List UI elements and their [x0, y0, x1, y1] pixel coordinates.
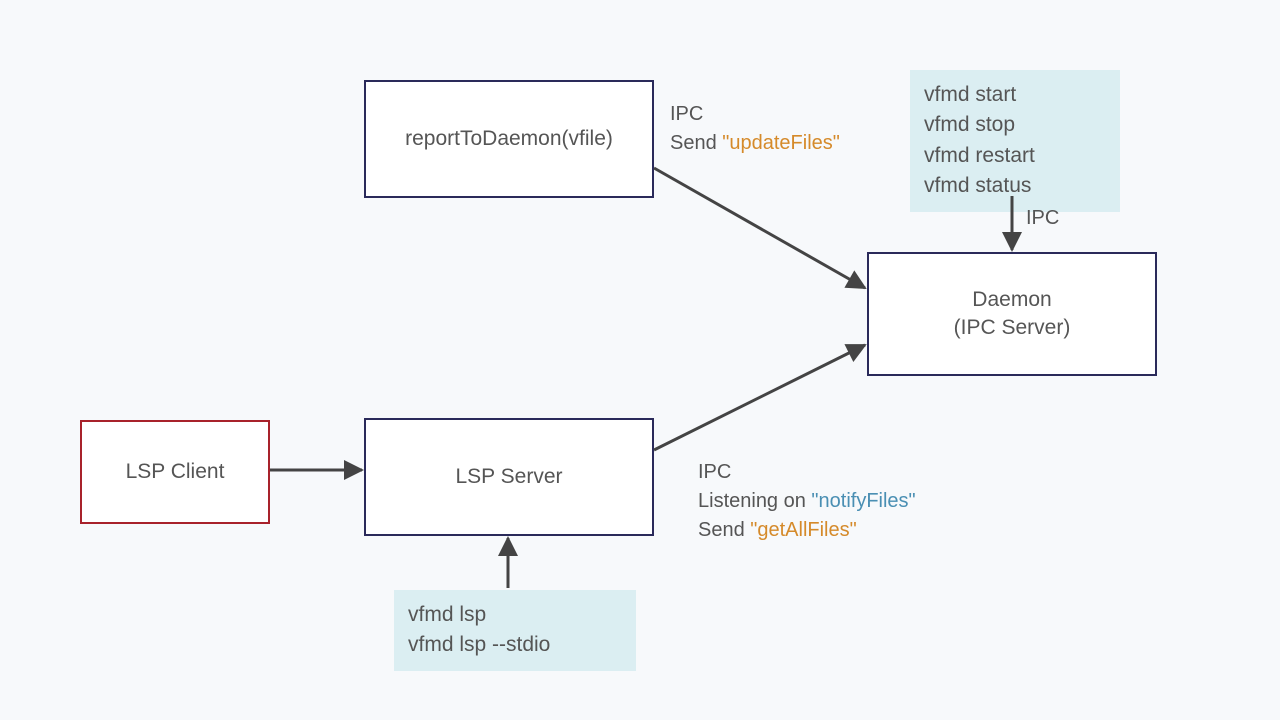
note-lsp-l1: vfmd lsp [408, 603, 486, 626]
box-report-to-daemon-label: reportToDaemon(vfile) [405, 125, 613, 153]
label-ipc-right: IPC [1026, 204, 1059, 233]
label-ipc-top-l1: IPC [670, 103, 703, 125]
label-ipc-bottom: IPC Listening on "notifyFiles" Send "get… [698, 458, 916, 545]
box-daemon-line1: Daemon [972, 288, 1051, 311]
note-lsp-commands: vfmd lsp vfmd lsp --stdio [394, 590, 636, 671]
label-ipc-top-l2b: "updateFiles" [722, 132, 840, 154]
note-vfmd-l2: vfmd stop [924, 113, 1015, 136]
label-ipc-top: IPC Send "updateFiles" [670, 100, 840, 158]
arrow-lspserver-to-daemon [654, 345, 865, 450]
box-daemon-line2: (IPC Server) [954, 316, 1071, 339]
box-daemon: Daemon (IPC Server) [867, 252, 1157, 376]
label-ipc-bottom-l2b: "notifyFiles" [811, 490, 915, 512]
box-lsp-server-label: LSP Server [456, 463, 563, 491]
label-ipc-bottom-l1: IPC [698, 461, 731, 483]
box-lsp-server: LSP Server [364, 418, 654, 536]
note-lsp-l2: vfmd lsp --stdio [408, 633, 550, 656]
label-ipc-top-l2a: Send [670, 132, 722, 154]
note-vfmd-l4: vfmd status [924, 174, 1031, 197]
label-ipc-bottom-l2a: Listening on [698, 490, 811, 512]
box-lsp-client: LSP Client [80, 420, 270, 524]
box-lsp-client-label: LSP Client [126, 458, 225, 486]
note-vfmd-l3: vfmd restart [924, 144, 1035, 167]
box-daemon-label: Daemon (IPC Server) [954, 286, 1071, 343]
label-ipc-bottom-l3b: "getAllFiles" [750, 519, 856, 541]
label-ipc-bottom-l3a: Send [698, 519, 750, 541]
arrow-report-to-daemon [654, 168, 865, 288]
box-report-to-daemon: reportToDaemon(vfile) [364, 80, 654, 198]
note-vfmd-commands: vfmd start vfmd stop vfmd restart vfmd s… [910, 70, 1120, 212]
label-ipc-right-text: IPC [1026, 207, 1059, 229]
note-vfmd-l1: vfmd start [924, 83, 1016, 106]
